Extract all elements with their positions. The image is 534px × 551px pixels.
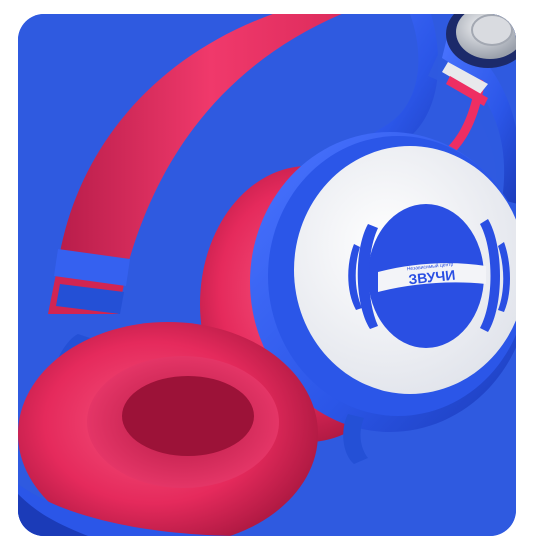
left-ear-cup	[18, 322, 318, 536]
product-image-card: ЗВУЧИ Независимый центр	[18, 14, 516, 536]
headphones-illustration: ЗВУЧИ Независимый центр	[18, 14, 516, 536]
